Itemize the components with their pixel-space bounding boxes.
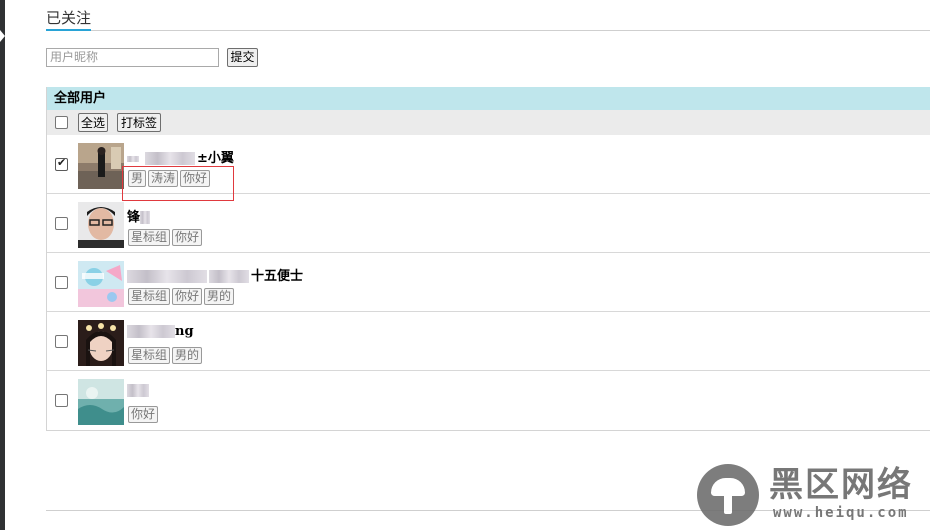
- user-row: 你好: [47, 371, 930, 430]
- blurred-name: [140, 211, 151, 224]
- watermark: 黑区网络 www.heiqu.com: [697, 464, 927, 526]
- blurred-name: [127, 270, 207, 283]
- users-panel: 全部用户 全选 打标签 ±小翼 男 涛涛 你好: [46, 87, 930, 431]
- blurred-name: [209, 270, 249, 283]
- user-checkbox[interactable]: [55, 335, 68, 348]
- user-name: ng: [127, 324, 194, 339]
- tag-highlight-annotation: [122, 166, 234, 201]
- panel-toolbar: 全选 打标签: [47, 110, 930, 135]
- active-indicator: [0, 30, 5, 42]
- avatar: [78, 143, 124, 189]
- avatar: [78, 320, 124, 366]
- user-name: ±小翼: [127, 147, 234, 166]
- user-tag[interactable]: 男的: [172, 347, 203, 364]
- nickname-search-input[interactable]: [46, 47, 219, 67]
- search-row: 提交: [46, 47, 258, 67]
- tag-list: 星标组 你好 男的: [128, 288, 236, 305]
- left-sidebar-edge: [0, 0, 5, 530]
- select-all-checkbox[interactable]: [55, 116, 68, 129]
- user-checkbox[interactable]: [55, 394, 68, 407]
- panel-header: 全部用户: [47, 87, 930, 110]
- page-header: 已关注: [46, 8, 930, 31]
- avatar: [78, 379, 124, 425]
- avatar: [78, 261, 124, 307]
- submit-button[interactable]: 提交: [227, 47, 258, 67]
- user-name: [127, 383, 149, 398]
- user-row: ng 星标组 男的: [47, 312, 930, 371]
- user-checkbox[interactable]: [55, 276, 68, 289]
- watermark-text: 黑区网络: [769, 465, 913, 505]
- add-tag-button[interactable]: 打标签: [117, 113, 161, 132]
- user-tag[interactable]: 星标组: [128, 347, 171, 364]
- user-checkbox[interactable]: [55, 156, 68, 171]
- watermark-url: www.heiqu.com: [773, 505, 909, 521]
- user-row: 十五便士 星标组 你好 男的: [47, 253, 930, 312]
- blurred-name: [145, 152, 195, 165]
- user-tag[interactable]: 星标组: [128, 229, 171, 246]
- user-tag[interactable]: 你好: [128, 406, 159, 423]
- tag-list: 星标组 你好: [128, 229, 204, 246]
- user-row: 锋 星标组 你好: [47, 194, 930, 253]
- user-tag[interactable]: 星标组: [128, 288, 171, 305]
- avatar: [78, 202, 124, 248]
- user-tag[interactable]: 男的: [204, 288, 235, 305]
- user-name: 十五便士: [127, 265, 303, 284]
- watermark-logo-icon: [697, 464, 759, 526]
- blurred-name: [127, 325, 175, 338]
- blurred-name: [127, 384, 149, 397]
- user-name: 锋: [127, 206, 151, 225]
- user-tag[interactable]: 你好: [172, 229, 203, 246]
- tag-list: 你好: [128, 406, 160, 423]
- blurred-name: [127, 155, 139, 162]
- page-title: 已关注: [46, 8, 92, 31]
- tag-list: 星标组 男的: [128, 347, 204, 364]
- user-tag[interactable]: 你好: [172, 288, 203, 305]
- select-all-button[interactable]: 全选: [78, 113, 108, 132]
- user-checkbox[interactable]: [55, 217, 68, 230]
